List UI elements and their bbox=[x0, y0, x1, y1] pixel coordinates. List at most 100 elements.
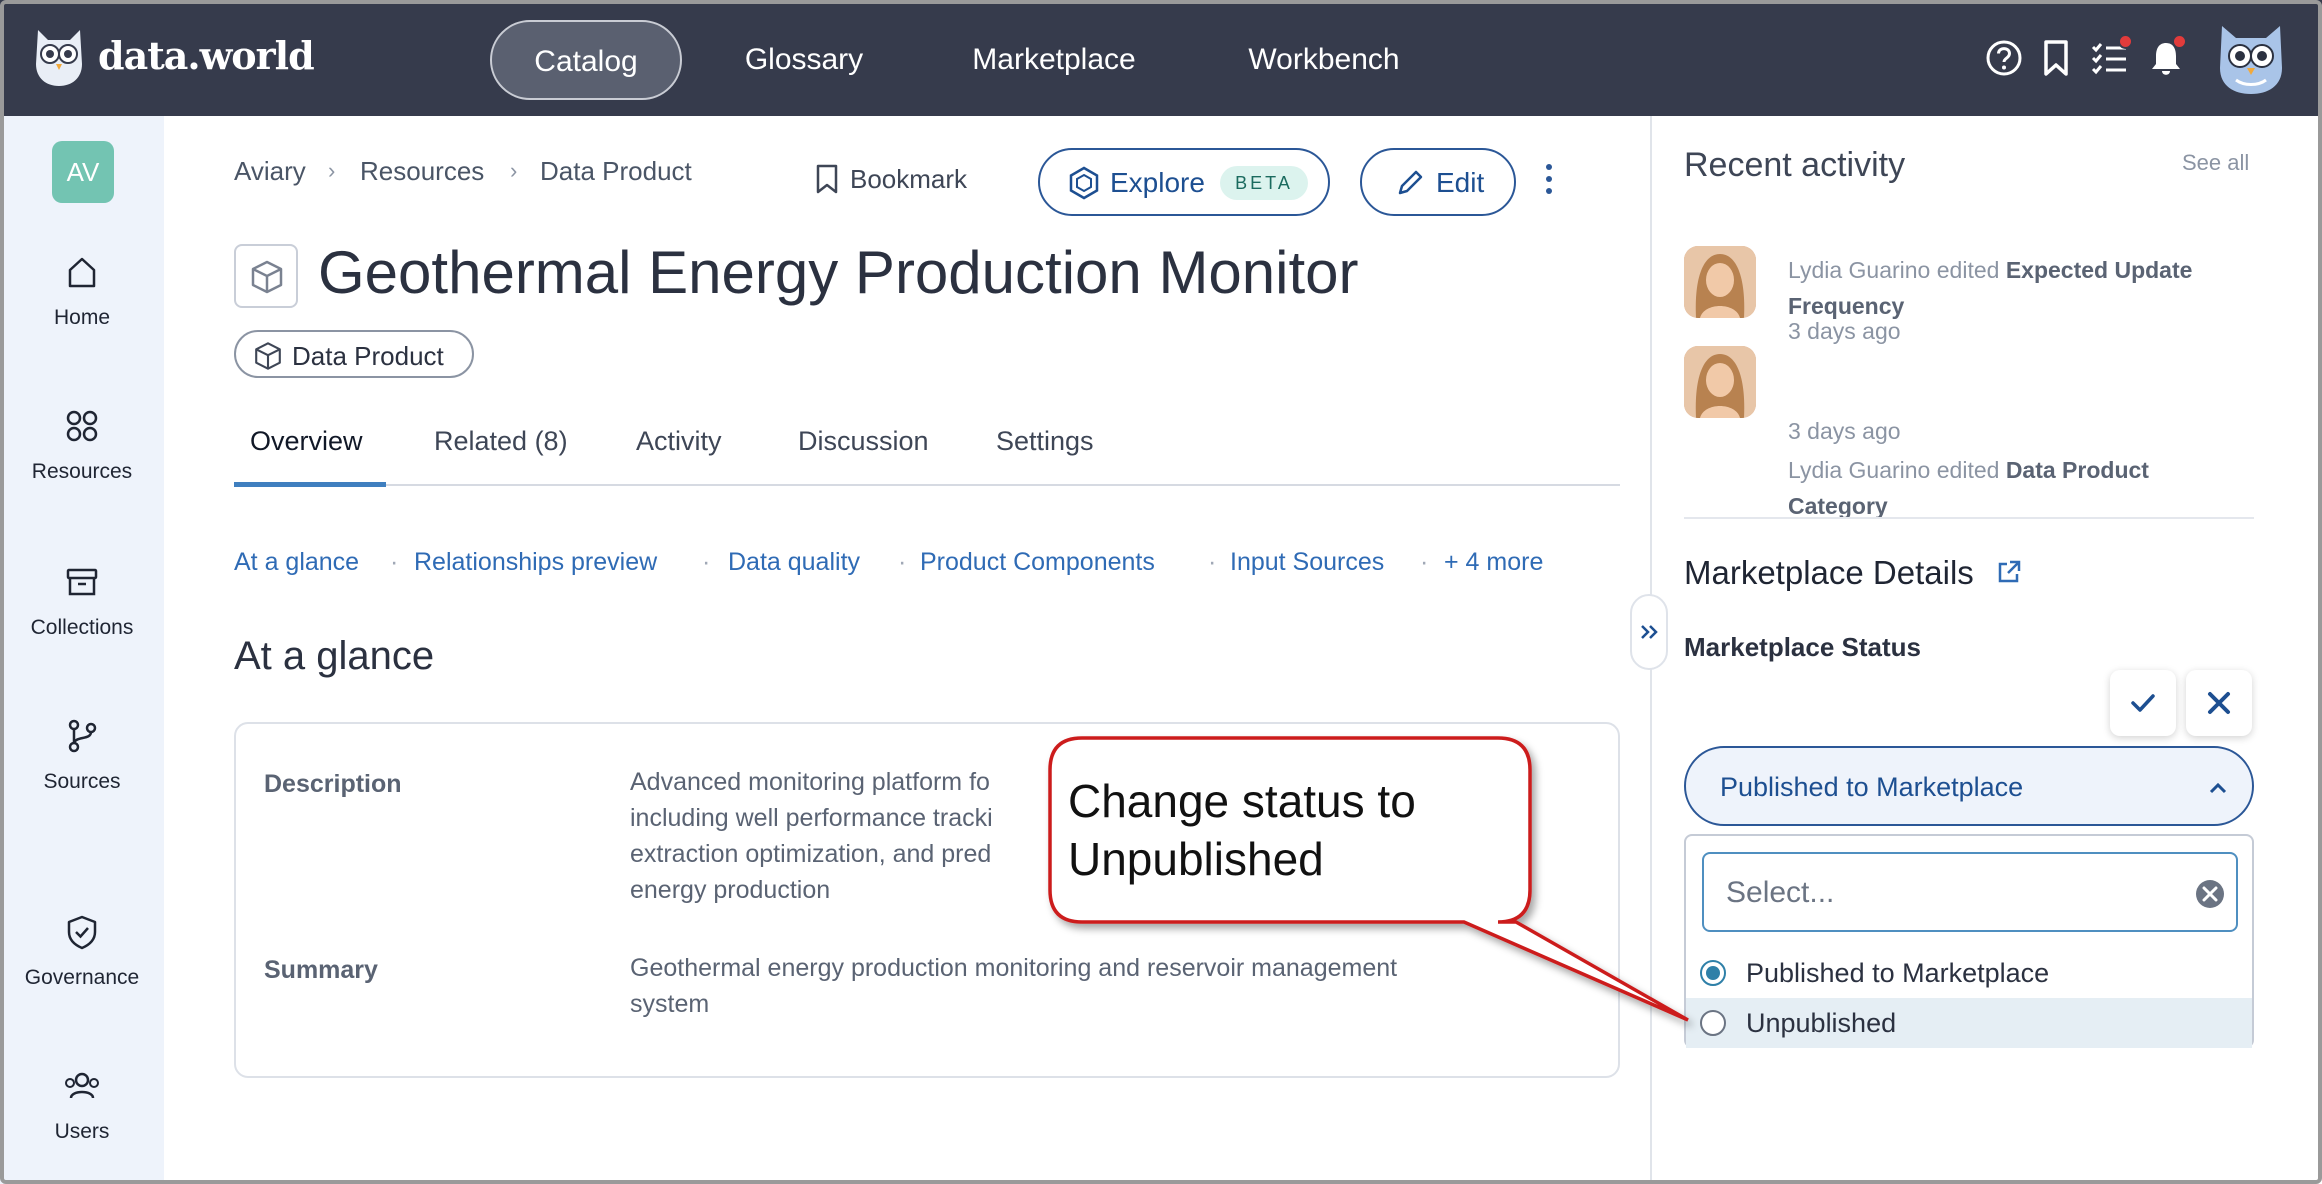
activity-verb: edited bbox=[1936, 257, 2000, 283]
sidebar-item-label: Users bbox=[54, 1120, 110, 1143]
activity-time: 3 days ago bbox=[1788, 418, 1901, 444]
resource-type-badge[interactable]: Data Product bbox=[234, 330, 474, 378]
activity-verb: edited bbox=[1936, 457, 2000, 483]
beta-badge: BETA bbox=[1220, 166, 1308, 200]
org-badge[interactable]: AV bbox=[52, 141, 114, 203]
activity-text: Lydia Guarino edited Expected Update Fre… bbox=[1788, 252, 2258, 324]
jump-link-input-sources[interactable]: Input Sources bbox=[1230, 548, 1384, 577]
jump-link-data-quality[interactable]: Data quality bbox=[728, 548, 860, 577]
breadcrumb-aviary[interactable]: Aviary bbox=[234, 156, 306, 187]
summary-line: Geothermal energy production monitoring … bbox=[630, 954, 1398, 982]
hexagon-icon bbox=[1069, 166, 1099, 200]
callout-line: Change status to bbox=[1068, 775, 1416, 827]
clear-icon[interactable] bbox=[2194, 878, 2226, 910]
callout-line: Unpublished bbox=[1068, 833, 1324, 885]
explore-button[interactable]: Explore BETA bbox=[1038, 148, 1330, 216]
cancel-button[interactable] bbox=[2186, 670, 2252, 736]
jump-link-product-components[interactable]: Product Components bbox=[920, 548, 1155, 577]
nav-marketplace[interactable]: Marketplace bbox=[944, 20, 1164, 100]
confirm-button[interactable] bbox=[2110, 670, 2176, 736]
sidebar-item-resources[interactable]: Resources bbox=[0, 406, 164, 484]
sidebar-item-governance[interactable]: Governance bbox=[0, 912, 164, 990]
jump-separator: · bbox=[1420, 548, 1429, 576]
breadcrumb-resources[interactable]: Resources bbox=[360, 156, 484, 187]
logo-text[interactable]: data.world bbox=[98, 33, 315, 78]
summary-label: Summary bbox=[264, 956, 378, 984]
see-all-link[interactable]: See all bbox=[2182, 150, 2249, 176]
radio-unchecked-icon[interactable] bbox=[1700, 1010, 1726, 1036]
resources-icon bbox=[66, 410, 98, 442]
recent-activity-title: Recent activity bbox=[1684, 146, 1906, 184]
nav-workbench[interactable]: Workbench bbox=[1226, 20, 1422, 100]
edit-button[interactable]: Edit bbox=[1360, 148, 1516, 216]
summary-value: Geothermal energy production monitoring … bbox=[630, 950, 1550, 1022]
dropdown-search-input[interactable]: Select... bbox=[1702, 852, 2238, 932]
active-tab-indicator bbox=[234, 482, 386, 487]
tab-settings[interactable]: Settings bbox=[996, 426, 1094, 457]
tab-activity[interactable]: Activity bbox=[636, 426, 722, 457]
jump-separator: · bbox=[898, 548, 907, 576]
resource-type-label: Data Product bbox=[292, 341, 444, 371]
jump-link-more[interactable]: + 4 more bbox=[1444, 548, 1543, 577]
help-icon[interactable] bbox=[1984, 38, 2024, 78]
tab-discussion[interactable]: Discussion bbox=[798, 426, 929, 457]
bookmark-label: Bookmark bbox=[850, 164, 968, 194]
activity-avatar[interactable] bbox=[1684, 246, 1756, 318]
sidebar-item-label: Sources bbox=[43, 770, 121, 793]
nav-glossary[interactable]: Glossary bbox=[714, 20, 894, 100]
sidebar-item-label: Collections bbox=[30, 616, 134, 639]
double-chevron-right-icon bbox=[1641, 625, 1658, 639]
collapse-panel-button[interactable] bbox=[1630, 594, 1668, 670]
owl-logo-icon[interactable] bbox=[30, 24, 88, 88]
jump-link-relationships[interactable]: Relationships preview bbox=[414, 548, 657, 577]
marketplace-status-select[interactable]: Published to Marketplace bbox=[1684, 746, 2254, 826]
bookmark-icon[interactable] bbox=[2036, 38, 2076, 78]
cube-icon bbox=[255, 342, 281, 370]
selected-status: Published to Marketplace bbox=[1720, 772, 2024, 802]
top-navigation-bar: data.world Catalog Glossary Marketplace … bbox=[0, 0, 2322, 116]
callout-text: Change status to Unpublished bbox=[1068, 772, 1488, 888]
activity-field: Frequency bbox=[1788, 293, 1905, 319]
tab-overview[interactable]: Overview bbox=[250, 426, 363, 457]
sidebar-item-sources[interactable]: Sources bbox=[0, 716, 164, 794]
jump-separator: · bbox=[702, 548, 711, 576]
governance-icon bbox=[67, 915, 97, 950]
right-panel: Recent activity See all Lydia Guarino ed… bbox=[1650, 116, 2322, 1184]
breadcrumb-chevron-icon: › bbox=[510, 158, 518, 183]
radio-checked-icon[interactable] bbox=[1700, 960, 1726, 986]
sources-icon bbox=[68, 719, 97, 753]
panel-divider bbox=[1684, 517, 2254, 519]
main-content: Aviary › Resources › Data Product Bookma… bbox=[164, 116, 1650, 1184]
status-dropdown-menu: Select... Published to Marketplace Unpub… bbox=[1684, 834, 2254, 1048]
nav-catalog[interactable]: Catalog bbox=[490, 20, 682, 100]
activity-time: 3 days ago bbox=[1788, 318, 1901, 344]
sidebar-item-home[interactable]: Home bbox=[0, 252, 164, 330]
home-icon bbox=[68, 257, 96, 288]
option-label: Published to Marketplace bbox=[1746, 958, 2050, 988]
sidebar-item-collections[interactable]: Collections bbox=[0, 562, 164, 640]
check-icon bbox=[2131, 694, 2155, 712]
tasks-notification-dot bbox=[2118, 34, 2133, 49]
external-link-icon[interactable] bbox=[1995, 558, 2023, 586]
breadcrumb-data-product[interactable]: Data Product bbox=[540, 156, 692, 187]
option-published[interactable]: Published to Marketplace bbox=[1686, 948, 2252, 998]
close-icon bbox=[2208, 692, 2230, 714]
user-avatar[interactable] bbox=[2216, 20, 2286, 96]
activity-avatar[interactable] bbox=[1684, 346, 1756, 418]
summary-line: system bbox=[630, 990, 710, 1018]
activity-user[interactable]: Lydia Guarino bbox=[1788, 257, 1930, 283]
option-unpublished[interactable]: Unpublished bbox=[1686, 998, 2252, 1048]
more-options-icon[interactable] bbox=[1542, 164, 1556, 200]
sidebar-item-label: Resources bbox=[31, 460, 133, 483]
collections-icon bbox=[66, 568, 98, 596]
tab-related[interactable]: Related (8) bbox=[434, 426, 568, 457]
pencil-icon bbox=[1398, 170, 1423, 195]
jump-separator: · bbox=[390, 548, 399, 576]
activity-user[interactable]: Lydia Guarino bbox=[1788, 457, 1930, 483]
jump-link-at-a-glance[interactable]: At a glance bbox=[234, 548, 359, 577]
section-title: At a glance bbox=[234, 634, 435, 678]
sidebar-item-users[interactable]: Users bbox=[0, 1066, 164, 1144]
bookmark-button[interactable]: Bookmark bbox=[816, 164, 968, 195]
bookmark-icon bbox=[816, 164, 838, 194]
edit-label: Edit bbox=[1436, 167, 1485, 198]
